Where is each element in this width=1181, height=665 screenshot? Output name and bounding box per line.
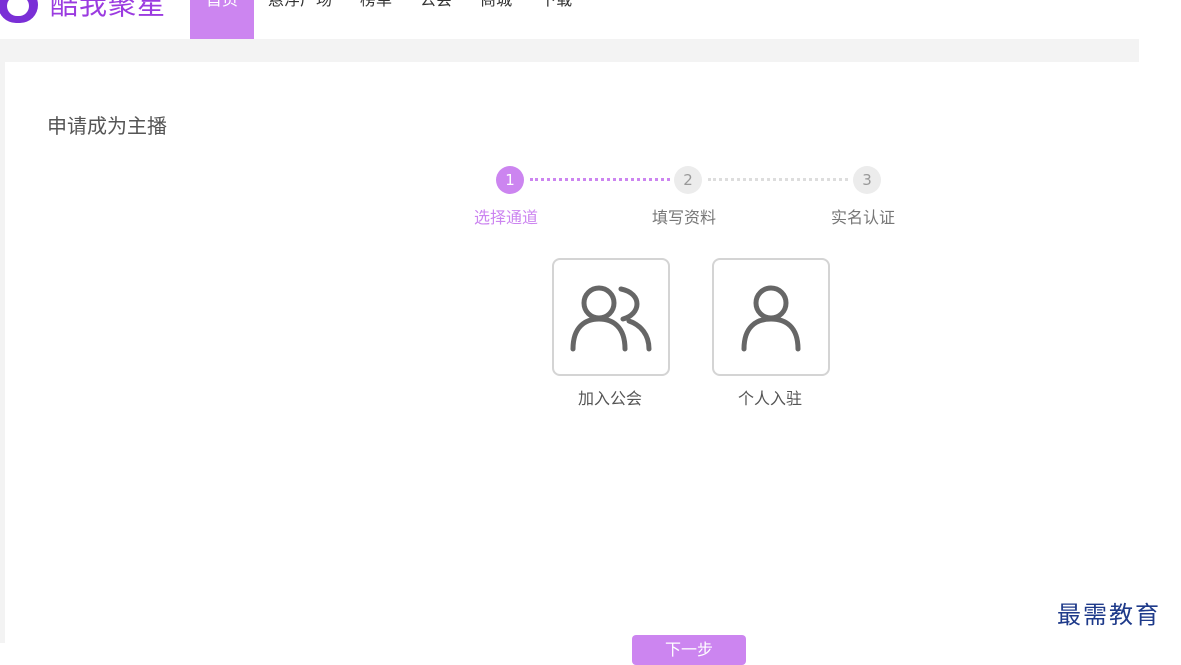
- nav-item-rankings[interactable]: 榜单: [346, 0, 406, 39]
- step-1-label: 选择通道: [474, 208, 539, 227]
- logo-text: 酷我聚星: [50, 0, 167, 21]
- next-button[interactable]: 下一步: [632, 635, 746, 665]
- nav-item-download[interactable]: 下载: [526, 0, 586, 39]
- nav-item-home[interactable]: 首页: [190, 0, 255, 39]
- step-3-circle: 3: [853, 166, 881, 194]
- page-background: [0, 39, 1139, 62]
- stepper: 1 2 3 选择通道 填写资料 实名认证: [5, 62, 1139, 262]
- personal-card[interactable]: [712, 258, 830, 376]
- step-connector-1: [530, 178, 670, 181]
- step-1-circle: 1: [496, 166, 524, 194]
- top-nav: 酷我聚星 首页 悬浮广场 榜单 公会 商城 下载: [0, 0, 1181, 39]
- main-panel: 申请成为主播 1 2 3 选择通道 填写资料 实名认证 加入公会 个人入驻: [5, 62, 1139, 643]
- nav-item-mall[interactable]: 商城: [466, 0, 526, 39]
- step-3-label: 实名认证: [831, 208, 896, 227]
- logo-icon: [0, 0, 38, 23]
- step-2-circle: 2: [674, 166, 702, 194]
- user-icon: [741, 285, 801, 352]
- join-guild-option[interactable]: 加入公会: [552, 258, 670, 409]
- step-2-label: 填写资料: [652, 208, 717, 227]
- join-guild-card[interactable]: [552, 258, 670, 376]
- nav-item-plaza[interactable]: 悬浮广场: [254, 0, 346, 39]
- logo[interactable]: 酷我聚星: [0, 0, 166, 23]
- personal-label: 个人入驻: [737, 389, 802, 408]
- nav-menu: 首页 悬浮广场 榜单 公会 商城 下载: [190, 0, 586, 39]
- join-guild-label: 加入公会: [577, 389, 642, 408]
- nav-item-guild[interactable]: 公会: [406, 0, 466, 39]
- watermark: 最需教育: [1057, 601, 1161, 629]
- personal-option[interactable]: 个人入驻: [712, 258, 830, 409]
- users-icon: [570, 285, 652, 352]
- step-connector-2: [708, 178, 848, 181]
